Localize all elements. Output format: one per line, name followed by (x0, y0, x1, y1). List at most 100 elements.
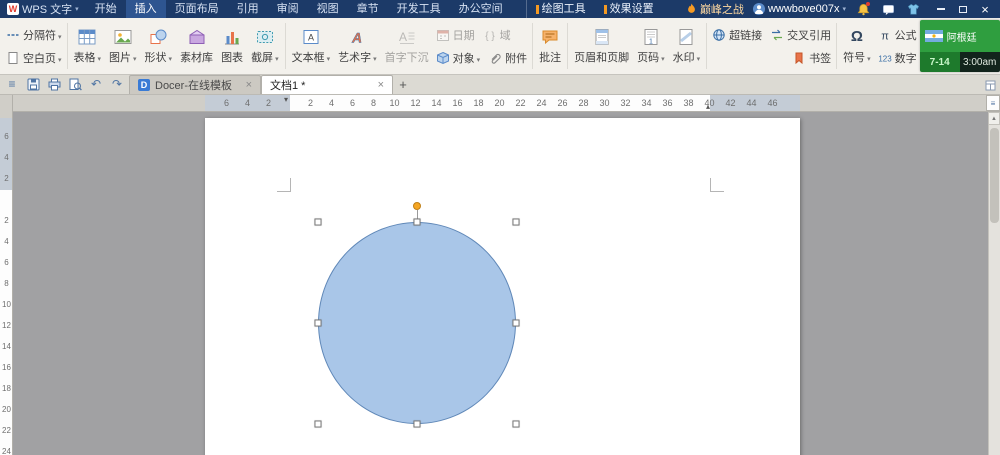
new-tab-button[interactable]: + (393, 75, 413, 94)
resize-handle-w[interactable] (314, 319, 322, 327)
bookmark-button[interactable]: 书签 (789, 48, 834, 68)
dropcap-button[interactable]: A 首字下沉 (381, 25, 433, 67)
undo-button[interactable]: ↶ (89, 77, 103, 91)
assets-library-button[interactable]: 素材库 (176, 25, 217, 67)
shapes-button[interactable]: 形状 (141, 25, 177, 67)
chevron-down-icon: ▾ (842, 6, 846, 13)
menu-tab-review[interactable]: 审阅 (268, 0, 308, 18)
watermark-button[interactable]: 水印 (669, 25, 705, 67)
number-button[interactable]: 123 数字 (875, 48, 920, 68)
vertical-scrollbar[interactable] (988, 125, 1000, 455)
restore-button[interactable] (952, 0, 974, 18)
resize-handle-se[interactable] (512, 420, 520, 428)
comment-button[interactable]: 批注 (535, 25, 565, 67)
resize-handle-e[interactable] (512, 319, 520, 327)
doc-tab-docer[interactable]: D Docer-在线模板 × (129, 75, 261, 94)
account-button[interactable]: wwwbove007x ▾ (752, 3, 846, 15)
page-number-button[interactable]: 1 页码 (633, 25, 669, 67)
print-preview-button[interactable] (68, 77, 82, 91)
separator-button[interactable]: 分隔符 (3, 25, 65, 45)
resize-handle-nw[interactable] (314, 218, 322, 226)
watermark-icon (679, 29, 693, 45)
right-indent-marker[interactable]: ▴ (706, 103, 710, 111)
picture-label: 图片 (109, 49, 137, 65)
digits-icon: 123 (878, 54, 892, 63)
field-icon: { } (485, 31, 495, 42)
picture-icon (114, 30, 132, 44)
object-button[interactable]: 对象 (433, 48, 484, 68)
screenshot-button[interactable]: 截屏 (247, 25, 283, 67)
save-button[interactable] (26, 77, 40, 91)
header-footer-button[interactable]: 页眉和页脚 (570, 25, 633, 67)
notification-badge (866, 2, 870, 6)
titlebar: W WPS 文字 ▾ 开始 插入 页面布局 引用 审阅 视图 章节 开发工具 办… (0, 0, 1000, 18)
message-button[interactable] (880, 2, 896, 16)
quick-access-toolbar: ≡ ↶ ↷ (0, 74, 129, 94)
formula-button[interactable]: π 公式 (875, 25, 920, 45)
menu-tab-view[interactable]: 视图 (308, 0, 348, 18)
wordart-button[interactable]: A 艺术字 (334, 25, 381, 67)
wps-logo-icon: W (7, 3, 19, 15)
menu-icon[interactable]: ≡ (5, 77, 19, 91)
attachment-button[interactable]: 附件 (485, 48, 530, 68)
menu-tab-developer[interactable]: 开发工具 (388, 0, 450, 18)
document-canvas[interactable]: ▲ (0, 112, 1000, 455)
textbox-button[interactable]: A 文本框 (288, 25, 335, 67)
separator-label: 分隔符 (23, 27, 62, 43)
vertical-ruler: 6 4 2 2 4 6 8 10 12 14 16 18 20 22 24 (0, 95, 13, 455)
skin-button[interactable] (905, 2, 921, 16)
symbol-button[interactable]: Ω 符号 (839, 25, 875, 67)
resize-handle-ne[interactable] (512, 218, 520, 226)
resize-handle-sw[interactable] (314, 420, 322, 428)
notification-bell-button[interactable] (855, 2, 871, 16)
arrange-windows-icon[interactable] (983, 78, 997, 92)
split-view-button[interactable]: ≡ (986, 95, 1000, 111)
scroll-up-button[interactable]: ▲ (988, 112, 1000, 125)
resize-handle-s[interactable] (413, 420, 421, 428)
rotate-handle[interactable] (413, 202, 421, 210)
blank-page-button[interactable]: 空白页 (3, 48, 65, 68)
close-button[interactable]: × (974, 0, 996, 18)
object-label: 对象 (453, 50, 481, 66)
chart-button[interactable]: 图表 (217, 25, 247, 67)
close-tab-icon[interactable]: × (378, 79, 384, 91)
app-menu-button[interactable]: W WPS 文字 ▾ (0, 0, 86, 18)
menu-tab-page-layout[interactable]: 页面布局 (166, 0, 228, 18)
menu-tab-references[interactable]: 引用 (228, 0, 268, 18)
table-button[interactable]: 表格 (70, 25, 106, 67)
team-name: 阿根廷 (946, 32, 977, 44)
message-bubble-icon (882, 4, 894, 15)
worldcup-widget[interactable]: 阿根廷 7-14 3:00am (919, 20, 1000, 72)
cross-reference-button[interactable]: 交叉引用 (767, 25, 834, 45)
number-label: 数字 (894, 52, 917, 65)
print-button[interactable] (47, 77, 61, 91)
menu-tab-home[interactable]: 开始 (86, 0, 126, 18)
first-line-indent-marker[interactable]: ▾ (284, 96, 288, 104)
scrollbar-thumb[interactable] (990, 128, 999, 223)
close-tab-icon[interactable]: × (246, 79, 252, 91)
margin-mark-right (710, 178, 724, 192)
doc-tab-document1[interactable]: 文档1 * × (261, 75, 393, 94)
menu-tab-section[interactable]: 章节 (348, 0, 388, 18)
redo-button[interactable]: ↷ (110, 77, 124, 91)
hyperlink-button[interactable]: 超链接 (709, 25, 765, 45)
promo-button[interactable]: 巅峰之战 (686, 1, 744, 17)
menu-tab-effect-settings[interactable]: 效果设置 (595, 0, 663, 18)
resize-handle-n[interactable] (413, 218, 421, 226)
field-button[interactable]: { } 域 (480, 25, 514, 45)
restore-icon (959, 5, 967, 13)
date-button[interactable]: 日期 (433, 25, 478, 45)
group-divider (706, 23, 708, 69)
omega-icon: Ω (850, 28, 863, 45)
menu-tab-insert[interactable]: 插入 (125, 0, 166, 18)
minimize-button[interactable] (930, 0, 952, 18)
menu-tab-workspace[interactable]: 办公空间 (450, 0, 512, 18)
circle-shape[interactable] (318, 222, 516, 424)
blank-page-icon (8, 51, 18, 64)
date-label: 日期 (452, 29, 475, 42)
chevron-down-icon: ▾ (75, 6, 79, 13)
chart-label: 图表 (221, 52, 244, 64)
drawing-tools-label: 绘图工具 (541, 3, 586, 15)
picture-button[interactable]: 图片 (105, 25, 141, 67)
menu-tab-drawing-tools[interactable]: 绘图工具 (527, 0, 595, 18)
